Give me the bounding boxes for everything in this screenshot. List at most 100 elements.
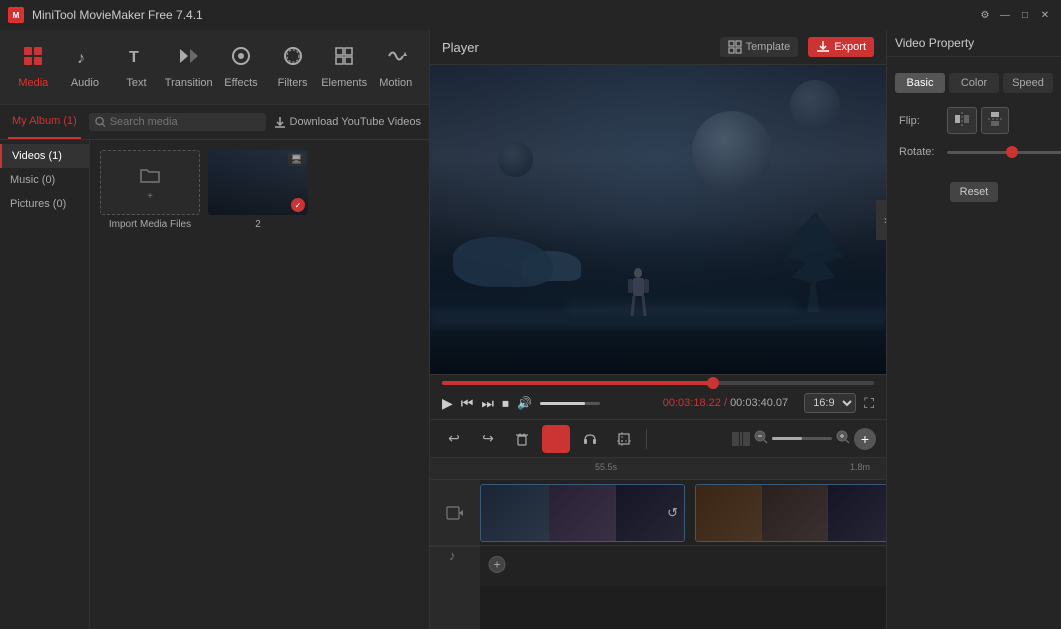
flip-horizontal-button[interactable] — [947, 107, 977, 134]
time-current: 00:03:18.22 — [663, 397, 721, 409]
aspect-ratio-select[interactable]: 16:9 4:3 1:1 9:16 — [804, 393, 856, 413]
delete-button[interactable] — [508, 425, 536, 453]
download-youtube-button[interactable]: Download YouTube Videos — [274, 116, 422, 128]
redo-button[interactable]: ↪ — [474, 425, 502, 453]
media-item-2-label: 2 — [255, 219, 261, 230]
clip-1-repeat-button[interactable]: ↺ — [667, 505, 678, 521]
timeline-clip-1[interactable]: ↺ — [480, 484, 685, 542]
skip-forward-button[interactable]: ⏭ — [481, 395, 494, 412]
zoom-bar[interactable] — [772, 437, 832, 440]
ruler-mark-2: 1.8m — [850, 462, 870, 472]
player-area: Player Template Export — [430, 30, 886, 419]
export-button[interactable]: Export — [808, 37, 874, 57]
vp-tab-color[interactable]: Color — [949, 73, 999, 93]
add-track-button[interactable]: + — [854, 428, 876, 450]
rotate-row: Rotate: 0° — [899, 146, 1049, 158]
close-button[interactable]: ✕ — [1037, 7, 1053, 23]
player-actions: Template Export — [720, 37, 874, 57]
toolbar-audio[interactable]: ♪ Audio — [62, 35, 109, 100]
maximize-restore-button[interactable]: — — [997, 7, 1013, 23]
audio-icon: ♪ — [74, 45, 96, 73]
toolbar-motion[interactable]: Motion — [372, 35, 419, 100]
download-label: Download YouTube Videos — [290, 116, 422, 128]
skip-back-button[interactable]: ⏮ — [461, 395, 474, 412]
stop-button[interactable]: ⏹ — [502, 395, 509, 412]
nav-pictures[interactable]: Pictures (0) — [0, 192, 89, 216]
my-album-tab[interactable]: My Album (1) — [8, 105, 81, 139]
zoom-out-button[interactable] — [754, 430, 768, 447]
vp-tab-speed[interactable]: Speed — [1003, 73, 1053, 93]
progress-handle — [707, 377, 719, 389]
progress-bar[interactable] — [442, 381, 874, 385]
window-controls[interactable]: ⚙ — □ ✕ — [977, 7, 1053, 23]
fullscreen-button[interactable]: ⛶ — [864, 395, 874, 412]
crop-icon — [617, 432, 631, 446]
search-bar[interactable] — [89, 113, 266, 131]
zoom-in-button[interactable] — [836, 430, 850, 447]
media-content: Videos (1) Music (0) Pictures (0) — [0, 140, 429, 629]
toolbar-transition-label: Transition — [165, 77, 213, 89]
time-display: 00:03:18.22 / 00:03:40.07 — [608, 397, 788, 409]
minimize-button[interactable]: ⚙ — [977, 7, 993, 23]
zoom-out-icon — [754, 430, 768, 444]
app-icon: M — [8, 7, 24, 23]
media-item-2[interactable]: 🖥 ✓ 2 — [208, 150, 308, 230]
template-button[interactable]: Template — [720, 37, 799, 57]
toolbar-effects[interactable]: Effects — [218, 35, 265, 100]
audio-track-label: ♪ — [430, 546, 480, 563]
toolbar-transition[interactable]: Transition — [165, 35, 213, 100]
crop-button[interactable] — [610, 425, 638, 453]
player-header: Player Template Export — [430, 30, 886, 65]
nav-music[interactable]: Music (0) — [0, 168, 89, 192]
import-media-item[interactable]: + Import Media Files — [100, 150, 200, 230]
toolbar-motion-label: Motion — [379, 77, 412, 89]
undo-button[interactable]: ↩ — [440, 425, 468, 453]
nav-music-label: Music (0) — [10, 174, 55, 186]
media-thumb-2: 🖥 ✓ — [208, 150, 308, 215]
toolbar-filters[interactable]: Filters — [269, 35, 316, 100]
toolbar-elements-label: Elements — [321, 77, 367, 89]
app-title: MiniTool MovieMaker Free 7.4.1 — [32, 8, 969, 22]
maximize-button[interactable]: □ — [1017, 7, 1033, 23]
timeline-ruler: 55.5s 1.8m 2.8m 3.7m — [430, 458, 886, 480]
timeline-clip-2[interactable]: ↺ — [695, 484, 886, 542]
motion-icon — [385, 45, 407, 73]
svg-text:M: M — [13, 11, 20, 20]
vp-tab-basic[interactable]: Basic — [895, 73, 945, 93]
media-tabs: My Album (1) Download YouTube Videos — [0, 105, 429, 140]
title-bar: M MiniTool MovieMaker Free 7.4.1 ⚙ — □ ✕ — [0, 0, 1061, 30]
main-area: Media ♪ Audio T Text Transition — [0, 30, 1061, 629]
timeline-right-controls: + — [732, 428, 876, 450]
svg-text:+: + — [493, 558, 500, 572]
video-display — [430, 65, 886, 374]
volume-button[interactable]: 🔊 — [517, 396, 532, 410]
media-panel: My Album (1) Download YouTube Videos Vid… — [0, 105, 429, 629]
toolbar-elements[interactable]: Elements — [321, 35, 368, 100]
rotate-slider[interactable] — [947, 151, 1061, 154]
flip-vertical-button[interactable] — [981, 107, 1009, 134]
nav-videos[interactable]: Videos (1) — [0, 144, 89, 168]
zoom-in-icon — [836, 430, 850, 444]
template-label: Template — [746, 41, 791, 53]
rotate-label: Rotate: — [899, 146, 939, 158]
media-icon — [22, 45, 44, 73]
collapse-panel-button[interactable]: › — [876, 200, 886, 240]
toolbar-audio-label: Audio — [71, 77, 99, 89]
elements-icon — [333, 45, 355, 73]
trash-icon — [515, 432, 529, 446]
flip-v-icon — [988, 111, 1002, 127]
add-audio-button[interactable]: + — [488, 556, 506, 577]
toolbar-text[interactable]: T Text — [113, 35, 160, 100]
toolbar-media[interactable]: Media — [10, 35, 57, 100]
search-input[interactable] — [110, 116, 260, 128]
scissors-button[interactable]: ✂ — [542, 425, 570, 453]
reset-button[interactable]: Reset — [950, 182, 999, 202]
volume-bar[interactable] — [540, 402, 600, 405]
effects-icon — [230, 45, 252, 73]
audio-detach-button[interactable] — [576, 425, 604, 453]
timeline-area: ↩ ↪ ✂ — [430, 419, 886, 629]
play-button[interactable]: ▶ — [442, 395, 453, 412]
volume-fill — [540, 402, 585, 405]
zoom-fill — [772, 437, 802, 440]
left-panel: Media ♪ Audio T Text Transition — [0, 30, 430, 629]
